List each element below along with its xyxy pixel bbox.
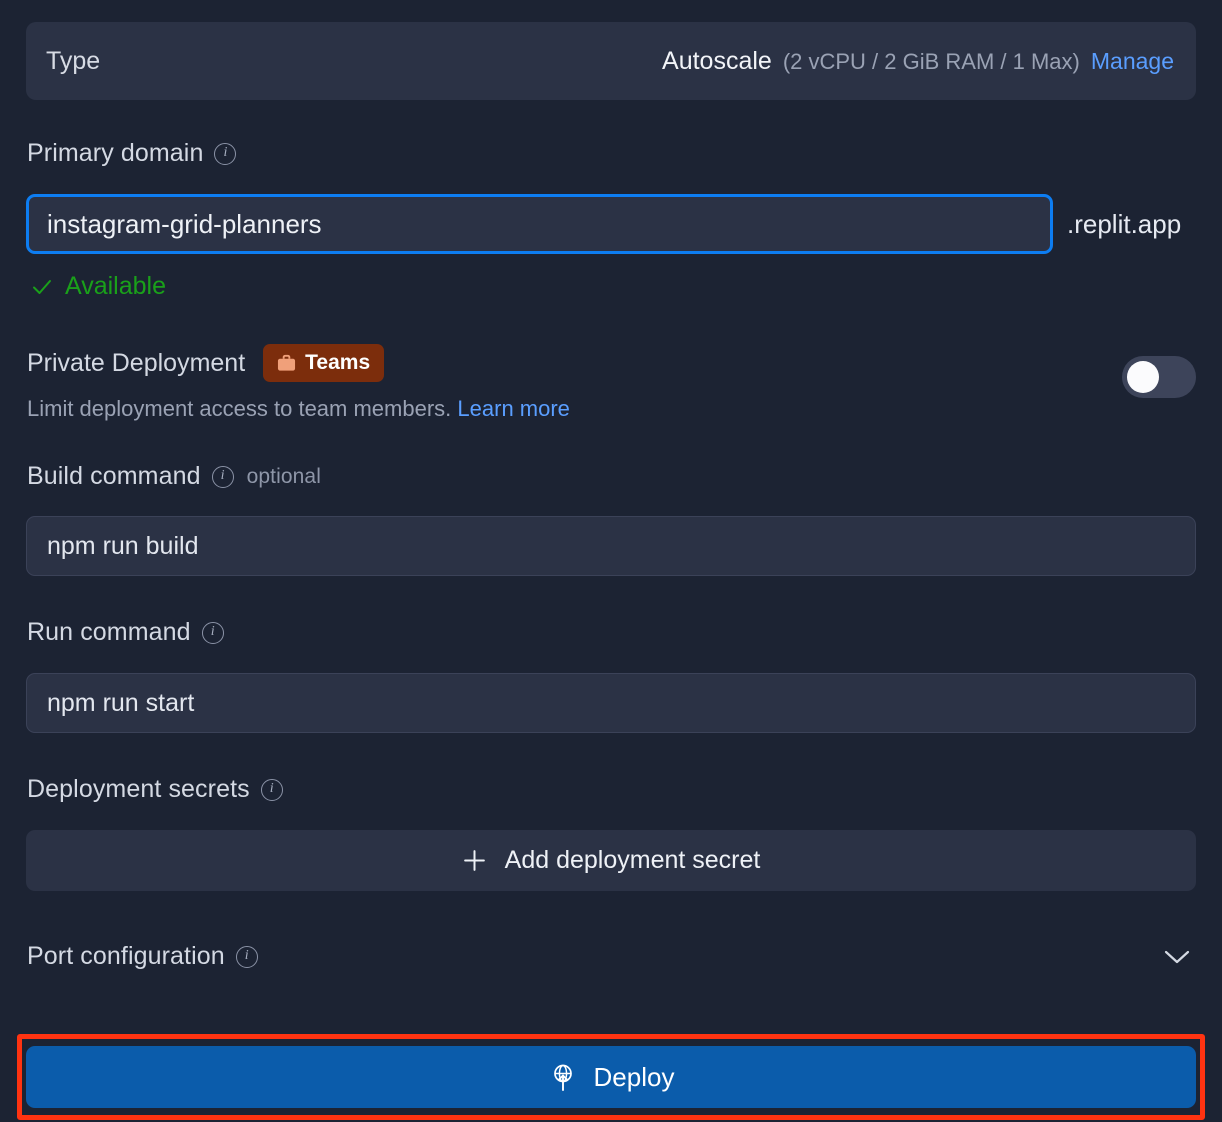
domain-availability-status: Available <box>30 272 166 301</box>
run-command-label-group: Run command i <box>27 618 224 647</box>
deploy-button[interactable]: Deploy <box>26 1046 1196 1108</box>
deploy-button-label: Deploy <box>594 1062 675 1093</box>
primary-domain-label: Primary domain <box>27 139 203 168</box>
deployment-type-card: Type Autoscale (2 vCPU / 2 GiB RAM / 1 M… <box>26 22 1196 100</box>
port-configuration-label-group: Port configuration i <box>27 942 258 971</box>
domain-suffix: .replit.app <box>1067 209 1181 240</box>
build-command-label-group: Build command i optional <box>27 462 321 491</box>
primary-domain-input[interactable] <box>26 194 1053 254</box>
deploy-globe-arrow-icon <box>548 1062 578 1092</box>
run-command-input[interactable] <box>26 673 1196 733</box>
private-deployment-description: Limit deployment access to team members.… <box>27 396 1196 422</box>
port-configuration-label: Port configuration <box>27 942 225 971</box>
deployment-secrets-label: Deployment secrets <box>27 775 250 804</box>
private-deployment-description-text: Limit deployment access to team members. <box>27 396 451 421</box>
plus-icon <box>462 848 487 873</box>
info-icon[interactable]: i <box>261 779 283 801</box>
availability-text: Available <box>65 272 166 301</box>
deployment-type-value-group: Autoscale (2 vCPU / 2 GiB RAM / 1 Max) M… <box>662 47 1174 76</box>
info-icon[interactable]: i <box>236 946 258 968</box>
primary-domain-label-group: Primary domain i <box>27 139 236 168</box>
run-command-label: Run command <box>27 618 191 647</box>
info-icon[interactable]: i <box>212 466 234 488</box>
briefcase-icon <box>277 354 296 372</box>
build-command-input[interactable] <box>26 516 1196 576</box>
info-icon[interactable]: i <box>214 143 236 165</box>
manage-link[interactable]: Manage <box>1091 48 1174 75</box>
teams-badge: Teams <box>263 344 384 382</box>
check-icon <box>30 275 54 299</box>
private-deployment-toggle[interactable] <box>1122 356 1196 398</box>
deployment-type-label: Type <box>46 47 100 76</box>
private-deployment-section: Private Deployment Teams Limit deploymen… <box>27 344 1196 422</box>
learn-more-link[interactable]: Learn more <box>457 396 570 421</box>
teams-badge-label: Teams <box>305 351 370 375</box>
info-icon[interactable]: i <box>202 622 224 644</box>
port-configuration-row[interactable]: Port configuration i <box>27 942 1196 971</box>
deployment-settings-panel: Type Autoscale (2 vCPU / 2 GiB RAM / 1 M… <box>0 0 1222 1122</box>
private-deployment-header: Private Deployment Teams <box>27 344 1196 382</box>
private-deployment-title: Private Deployment <box>27 349 245 378</box>
chevron-down-icon[interactable] <box>1162 948 1192 966</box>
build-command-label: Build command <box>27 462 201 491</box>
deployment-type-value: Autoscale <box>662 47 772 76</box>
build-command-optional-tag: optional <box>247 465 321 489</box>
primary-domain-row: .replit.app <box>26 194 1196 254</box>
add-deployment-secret-button[interactable]: Add deployment secret <box>26 830 1196 891</box>
deployment-secrets-label-group: Deployment secrets i <box>27 775 283 804</box>
add-deployment-secret-label: Add deployment secret <box>505 846 761 875</box>
toggle-knob <box>1127 361 1159 393</box>
deployment-type-spec: (2 vCPU / 2 GiB RAM / 1 Max) <box>783 49 1080 75</box>
